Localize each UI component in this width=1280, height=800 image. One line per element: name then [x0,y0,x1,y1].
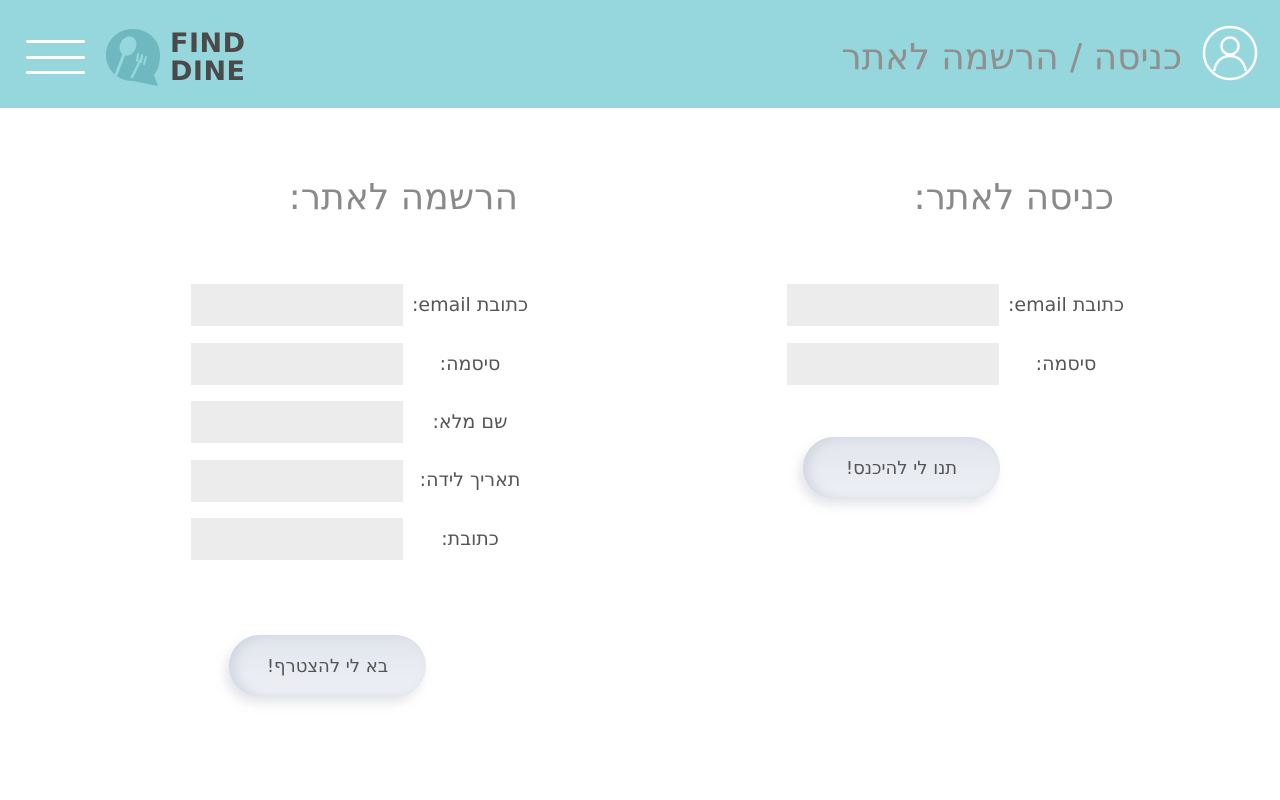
logo-icon [106,29,160,86]
register-password-input[interactable] [191,343,403,385]
register-birthdate-label: תאריך לידה: [419,469,521,491]
hamburger-menu-button[interactable] [26,40,86,76]
login-title: כניסה לאתר: [913,177,1114,218]
register-address-label: כתובת: [441,528,499,550]
hamburger-line [26,40,85,43]
register-submit-button[interactable]: בא לי להצטרף! [229,635,426,697]
register-email-label: כתובת email: [411,294,529,316]
hamburger-line [26,71,85,74]
register-fullname-label: שם מלא: [432,411,508,433]
register-title: הרשמה לאתר: [288,177,518,218]
logo-wordmark[interactable]: FIND DINE [170,30,246,86]
user-icon[interactable] [1202,25,1258,81]
register-address-input[interactable] [191,518,403,560]
register-birthdate-input[interactable] [191,460,403,502]
login-email-input[interactable] [787,284,999,326]
logo-line-1: FIND [170,28,246,59]
login-password-input[interactable] [787,343,999,385]
login-email-label: כתובת email: [1007,294,1125,316]
login-submit-button[interactable]: תנו לי להיכנס! [803,437,1000,499]
login-password-label: סיסמה: [1035,353,1097,375]
register-email-input[interactable] [191,284,403,326]
header-bar: FIND DINE כניסה / הרשמה לאתר [0,0,1280,108]
page-title: כניסה / הרשמה לאתר [841,37,1182,78]
hamburger-line [26,56,85,59]
logo-line-2: DINE [170,56,246,87]
register-fullname-input[interactable] [191,401,403,443]
register-password-label: סיסמה: [439,353,501,375]
